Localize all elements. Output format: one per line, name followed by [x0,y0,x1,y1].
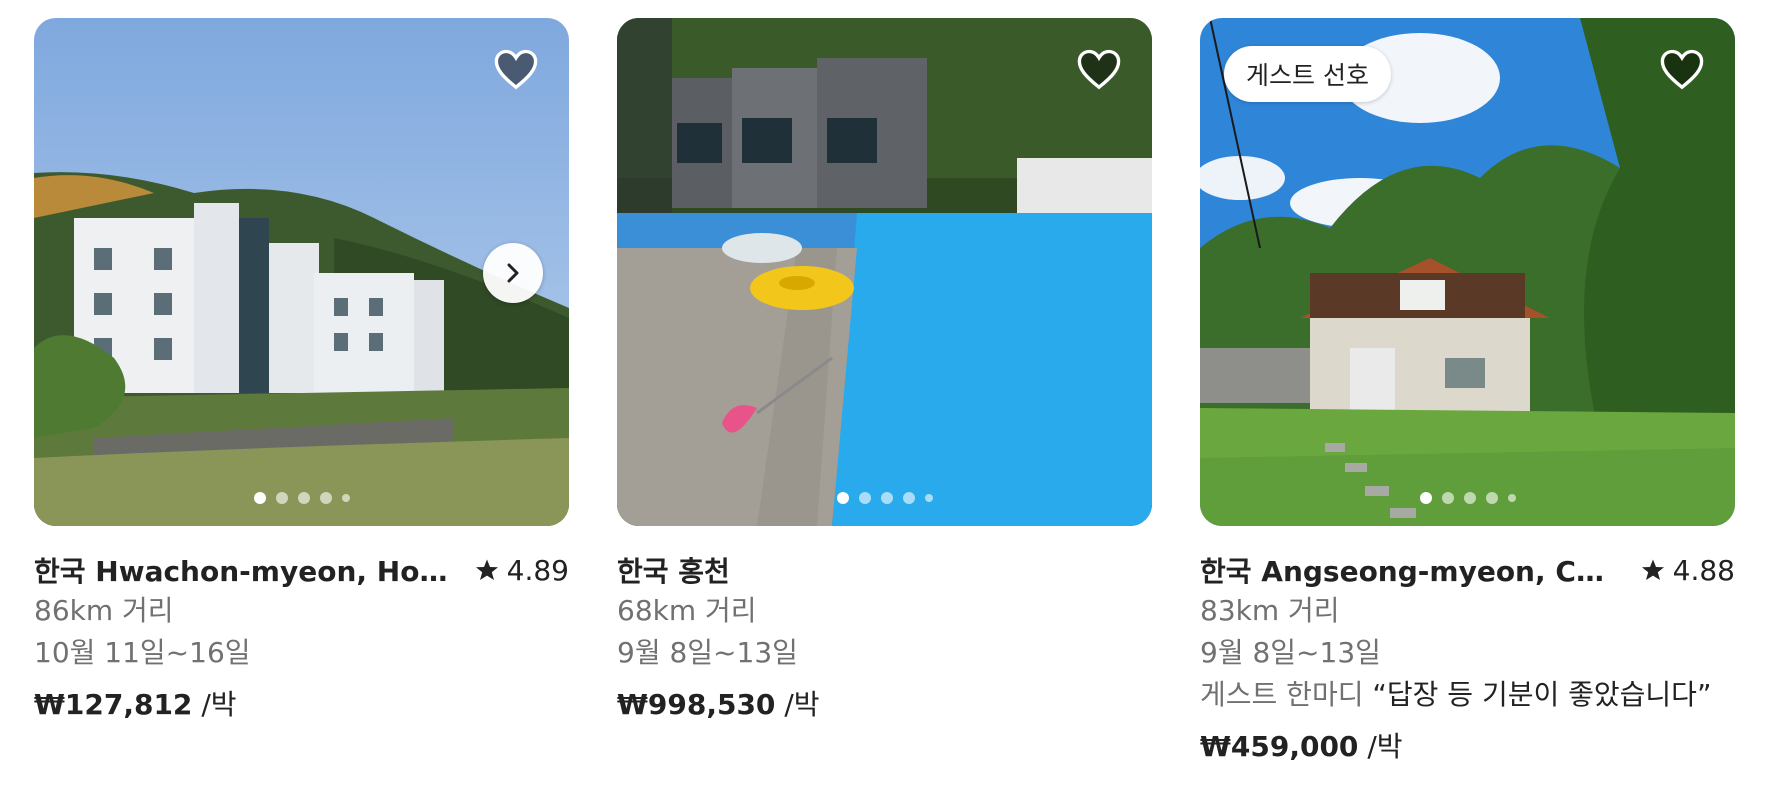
price-unit: /박 [192,688,237,721]
review-label: 게스트 한마디 [1200,678,1373,711]
next-photo-button[interactable] [483,243,543,303]
pagination-dot [836,492,849,504]
photo-pool-villa [617,18,1152,526]
pagination-dot [1419,492,1432,504]
listing-card-1[interactable]: 한국 Hwachon-myeon, Hong... 4.89 86km 거리 1… [34,18,569,768]
listing-distance: 86km 거리 [34,594,174,627]
listing-price: ₩459,000 /박 [1200,726,1735,768]
listing-dates: 9월 8일~13일 [1200,636,1381,669]
listing-info-1: 한국 Hwachon-myeon, Hong... 4.89 86km 거리 1… [34,526,569,726]
pagination-dot [319,492,332,504]
guest-favorite-badge: 게스트 선호 [1224,46,1391,102]
listing-price: ₩998,530 /박 [617,684,1152,726]
listing-card-3[interactable]: 게스트 선호 한국 Angseong-myeon, Cheo... 4.88 8… [1200,18,1735,768]
pagination-dot [253,492,266,504]
chevron-right-icon [507,263,519,283]
pagination-dot [297,492,310,504]
listing-photo-3[interactable]: 게스트 선호 [1200,18,1735,526]
pagination-dot [341,494,350,502]
listing-dates: 9월 8일~13일 [617,636,798,669]
heart-icon[interactable] [1076,48,1122,90]
listing-info-2: 한국 홍천 68km 거리 9월 8일~13일 ₩998,530 /박 [617,526,1152,726]
pagination-dot [1507,494,1516,502]
pagination-dot [1463,492,1476,504]
listing-card-2[interactable]: 한국 홍천 68km 거리 9월 8일~13일 ₩998,530 /박 [617,18,1152,768]
listing-photo-2[interactable] [617,18,1152,526]
price-amount: ₩998,530 [617,688,776,721]
heart-icon[interactable] [1659,48,1705,90]
star-icon [1641,559,1664,580]
listing-title[interactable]: 한국 Angseong-myeon, Cheo... [1200,550,1620,590]
price-unit: /박 [1358,730,1403,763]
rating-value: 4.89 [506,553,569,587]
pagination-dot [902,492,915,504]
photo-pagination-dots [836,492,933,504]
photo-pagination-dots [1419,492,1516,504]
pagination-dot [1485,492,1498,504]
listing-info-3: 한국 Angseong-myeon, Cheo... 4.88 83km 거리 … [1200,526,1735,768]
heart-icon[interactable] [493,48,539,90]
listing-rating: 4.88 [1641,554,1735,587]
price-amount: ₩459,000 [1200,730,1359,763]
listing-grid: 한국 Hwachon-myeon, Hong... 4.89 86km 거리 1… [34,18,1735,768]
listing-rating: 4.89 [475,554,569,587]
listing-title[interactable]: 한국 홍천 [617,550,730,590]
listing-photo-1[interactable] [34,18,569,526]
pagination-dot [1441,492,1454,504]
listing-price: ₩127,812 /박 [34,684,569,726]
listing-dates: 10월 11일~16일 [34,636,251,669]
guest-review: 게스트 한마디 “답장 등 기분이 좋았습니다” [1200,674,1735,716]
pagination-dot [880,492,893,504]
review-quote: “답장 등 기분이 좋았습니다” [1372,678,1712,711]
star-icon [475,559,498,580]
pagination-dot [924,494,933,502]
photo-pagination-dots [253,492,350,504]
rating-value: 4.88 [1672,553,1735,587]
pagination-dot [858,492,871,504]
listing-distance: 68km 거리 [617,594,757,627]
listing-title[interactable]: 한국 Hwachon-myeon, Hong... [34,550,454,590]
listing-distance: 83km 거리 [1200,594,1340,627]
price-unit: /박 [775,688,820,721]
price-amount: ₩127,812 [34,688,193,721]
pagination-dot [275,492,288,504]
